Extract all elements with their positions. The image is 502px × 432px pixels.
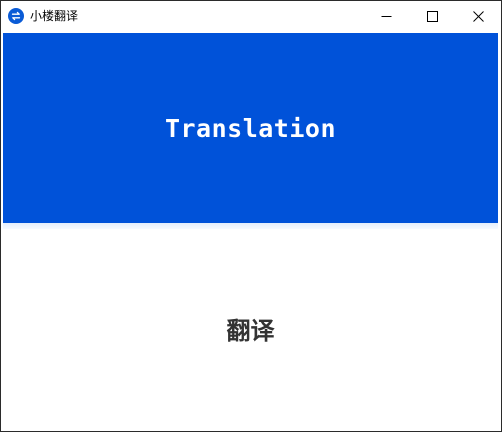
minimize-button[interactable] — [363, 1, 409, 31]
header-title: Translation — [164, 113, 337, 143]
close-icon — [472, 7, 484, 26]
maximize-button[interactable] — [409, 1, 455, 31]
header-banner: Translation — [3, 33, 498, 223]
title-bar[interactable]: 小楼翻译 — [1, 1, 501, 31]
window-title: 小楼翻译 — [30, 9, 79, 23]
content-area: 翻译 — [3, 229, 498, 429]
minimize-icon — [381, 7, 392, 26]
translate-swap-icon — [8, 8, 24, 24]
close-button[interactable] — [455, 1, 501, 31]
app-window: 小楼翻译 Translation 翻译 — [0, 0, 502, 432]
content-text: 翻译 — [226, 317, 275, 345]
maximize-icon — [426, 7, 438, 26]
